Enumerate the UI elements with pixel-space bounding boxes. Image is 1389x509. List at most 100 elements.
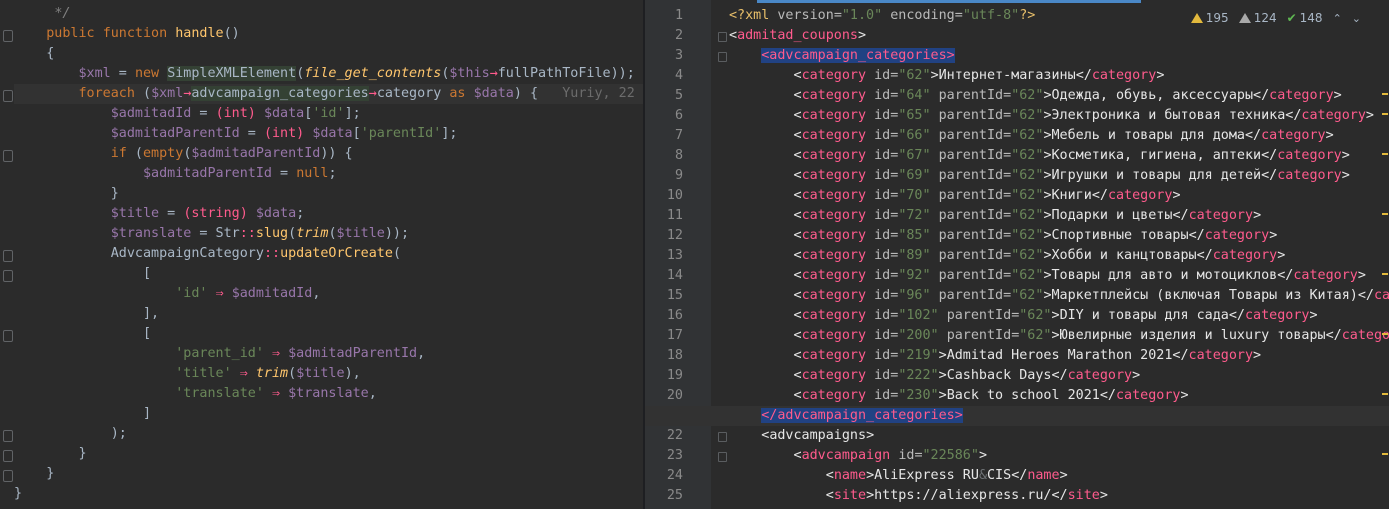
fold-toggle-icon[interactable] [718, 32, 727, 42]
fold-toggle-icon[interactable] [3, 150, 13, 162]
scroll-marker[interactable] [1382, 213, 1388, 215]
code-line[interactable]: <category id="102" parentId="62">DIY и т… [729, 306, 1389, 326]
code-line[interactable]: ] [14, 404, 643, 424]
line-number[interactable]: 15 [645, 286, 683, 306]
code-line[interactable]: <category id="219">Admitad Heroes Marath… [729, 346, 1389, 366]
code-line[interactable]: $admitadParentId = null; [14, 164, 643, 184]
code-line[interactable]: <site>https://aliexpress.ru/</site> [729, 486, 1389, 506]
fold-toggle-icon[interactable] [3, 250, 13, 262]
code-line[interactable]: <category id="200" parentId="62">Ювелирн… [729, 326, 1389, 346]
code-line[interactable]: $xml = new SimpleXMLElement(file_get_con… [14, 64, 643, 84]
code-line[interactable]: <category id="230">Back to school 2021</… [729, 386, 1389, 406]
chevron-up-icon[interactable]: ⌃ [1333, 12, 1342, 25]
scroll-marker[interactable] [1382, 273, 1388, 275]
fold-toggle-icon[interactable] [3, 450, 13, 462]
code-line[interactable]: AdvcampaignCategory::updateOrCreate( [14, 244, 643, 264]
code-line[interactable]: */ [14, 4, 643, 24]
code-line[interactable]: 'parent_id' ⇒ $admitadParentId, [14, 344, 643, 364]
code-line[interactable]: <category id="222">Cashback Days</catego… [729, 366, 1389, 386]
code-line[interactable]: $admitadParentId = (int) $data['parentId… [14, 124, 643, 144]
code-line[interactable]: $admitadId = (int) $data['id']; [14, 104, 643, 124]
line-number[interactable]: 19 [645, 366, 683, 386]
fold-toggle-icon[interactable] [3, 330, 13, 342]
code-line[interactable]: $title = (string) $data; [14, 204, 643, 224]
line-number[interactable]: 25 [645, 486, 683, 506]
code-line[interactable]: public function handle() [14, 24, 643, 44]
code-line[interactable]: 'title' ⇒ trim($title), [14, 364, 643, 384]
line-number[interactable]: 14 [645, 266, 683, 286]
code-line[interactable]: <advcampaign id="22586"> [729, 446, 1389, 466]
code-line[interactable]: <category id="89" parentId="62">Хобби и … [729, 246, 1389, 266]
code-line[interactable]: <category id="70" parentId="62">Книги</c… [729, 186, 1389, 206]
code-line[interactable]: <category id="66" parentId="62">Мебель и… [729, 126, 1389, 146]
code-line[interactable]: <name>AliExpress RU&CIS</name> [729, 466, 1389, 486]
line-number[interactable]: 7 [645, 126, 683, 146]
code-line[interactable]: <category id="72" parentId="62">Подарки … [729, 206, 1389, 226]
chevron-down-icon[interactable]: ⌄ [1352, 12, 1361, 25]
line-number[interactable]: 11 [645, 206, 683, 226]
line-number[interactable]: 12 [645, 226, 683, 246]
scroll-marker[interactable] [1382, 93, 1388, 95]
scroll-marker[interactable] [1382, 453, 1388, 455]
scroll-marker[interactable] [1382, 393, 1388, 395]
code-line[interactable]: <advcampaign_categories> [729, 46, 1389, 66]
xml-editor-pane[interactable]: 1234567891011121314151617181920212223242… [645, 0, 1389, 509]
line-number[interactable]: 17 [645, 326, 683, 346]
code-line[interactable]: 'id' ⇒ $admitadId, [14, 284, 643, 304]
line-number[interactable]: 22 [645, 426, 683, 446]
line-number[interactable]: 18 [645, 346, 683, 366]
code-line[interactable]: <category id="64" parentId="62">Одежда, … [729, 86, 1389, 106]
fold-toggle-icon[interactable] [718, 432, 727, 442]
line-number[interactable]: 20 [645, 386, 683, 406]
code-line[interactable]: $translate = Str::slug(trim($title)); [14, 224, 643, 244]
fold-toggle-icon[interactable] [3, 270, 13, 282]
code-line[interactable]: </advcampaign_categories> [729, 406, 1389, 426]
code-line[interactable]: ], [14, 304, 643, 324]
code-line[interactable]: [ [14, 264, 643, 284]
weak-warnings-count[interactable]: 124 [1238, 11, 1277, 25]
code-line[interactable]: { [14, 44, 643, 64]
scroll-marker[interactable] [1382, 333, 1388, 335]
line-number[interactable]: 2 [645, 26, 683, 46]
line-number[interactable]: 16 [645, 306, 683, 326]
line-number[interactable]: 24 [645, 466, 683, 486]
code-line[interactable]: } [14, 444, 643, 464]
code-line[interactable]: } [14, 464, 643, 484]
line-number[interactable]: 6 [645, 106, 683, 126]
line-number[interactable]: 1 [645, 6, 683, 26]
fold-toggle-icon[interactable] [3, 430, 13, 442]
scroll-marker[interactable] [1382, 113, 1388, 115]
code-line[interactable]: ); [14, 424, 643, 444]
php-editor-pane[interactable]: */ public function handle() { $xml = new… [0, 0, 643, 509]
code-line[interactable]: <admitad_coupons> [729, 26, 1389, 46]
code-line[interactable]: foreach ($xml→advcampaign_categories→cat… [14, 84, 643, 104]
code-line[interactable]: if (empty($admitadParentId)) { [14, 144, 643, 164]
fold-toggle-icon[interactable] [3, 90, 13, 102]
code-line[interactable]: <advcampaigns> [729, 426, 1389, 446]
line-number[interactable]: 23 [645, 446, 683, 466]
inspection-widget[interactable]: 195 124 ✔ 148 ⌃ ⌄ [1190, 8, 1361, 28]
code-line[interactable]: <category id="69" parentId="62">Игрушки … [729, 166, 1389, 186]
line-number[interactable]: 3 [645, 46, 683, 66]
fold-toggle-icon[interactable] [718, 52, 727, 62]
warnings-count[interactable]: 195 [1190, 11, 1229, 25]
line-number[interactable]: 5 [645, 86, 683, 106]
code-line[interactable]: <category id="62">Интернет-магазины</cat… [729, 66, 1389, 86]
typos-count[interactable]: ✔ 148 [1287, 11, 1323, 25]
line-number[interactable]: 9 [645, 166, 683, 186]
code-line[interactable]: <category id="96" parentId="62">Маркетпл… [729, 286, 1389, 306]
code-line[interactable]: <category id="65" parentId="62">Электрон… [729, 106, 1389, 126]
fold-toggle-icon[interactable] [718, 452, 727, 462]
code-line[interactable]: <category id="92" parentId="62">Товары д… [729, 266, 1389, 286]
code-line[interactable]: <category id="67" parentId="62">Косметик… [729, 146, 1389, 166]
line-number[interactable]: 13 [645, 246, 683, 266]
code-line[interactable]: 'translate' ⇒ $translate, [14, 384, 643, 404]
code-line[interactable]: <category id="85" parentId="62">Спортивн… [729, 226, 1389, 246]
fold-toggle-icon[interactable] [3, 470, 13, 482]
code-line[interactable]: } [14, 184, 643, 204]
code-line[interactable]: [ [14, 324, 643, 344]
code-line[interactable]: } [14, 484, 643, 504]
line-number[interactable]: 10 [645, 186, 683, 206]
line-number[interactable]: 4 [645, 66, 683, 86]
fold-toggle-icon[interactable] [3, 30, 13, 42]
